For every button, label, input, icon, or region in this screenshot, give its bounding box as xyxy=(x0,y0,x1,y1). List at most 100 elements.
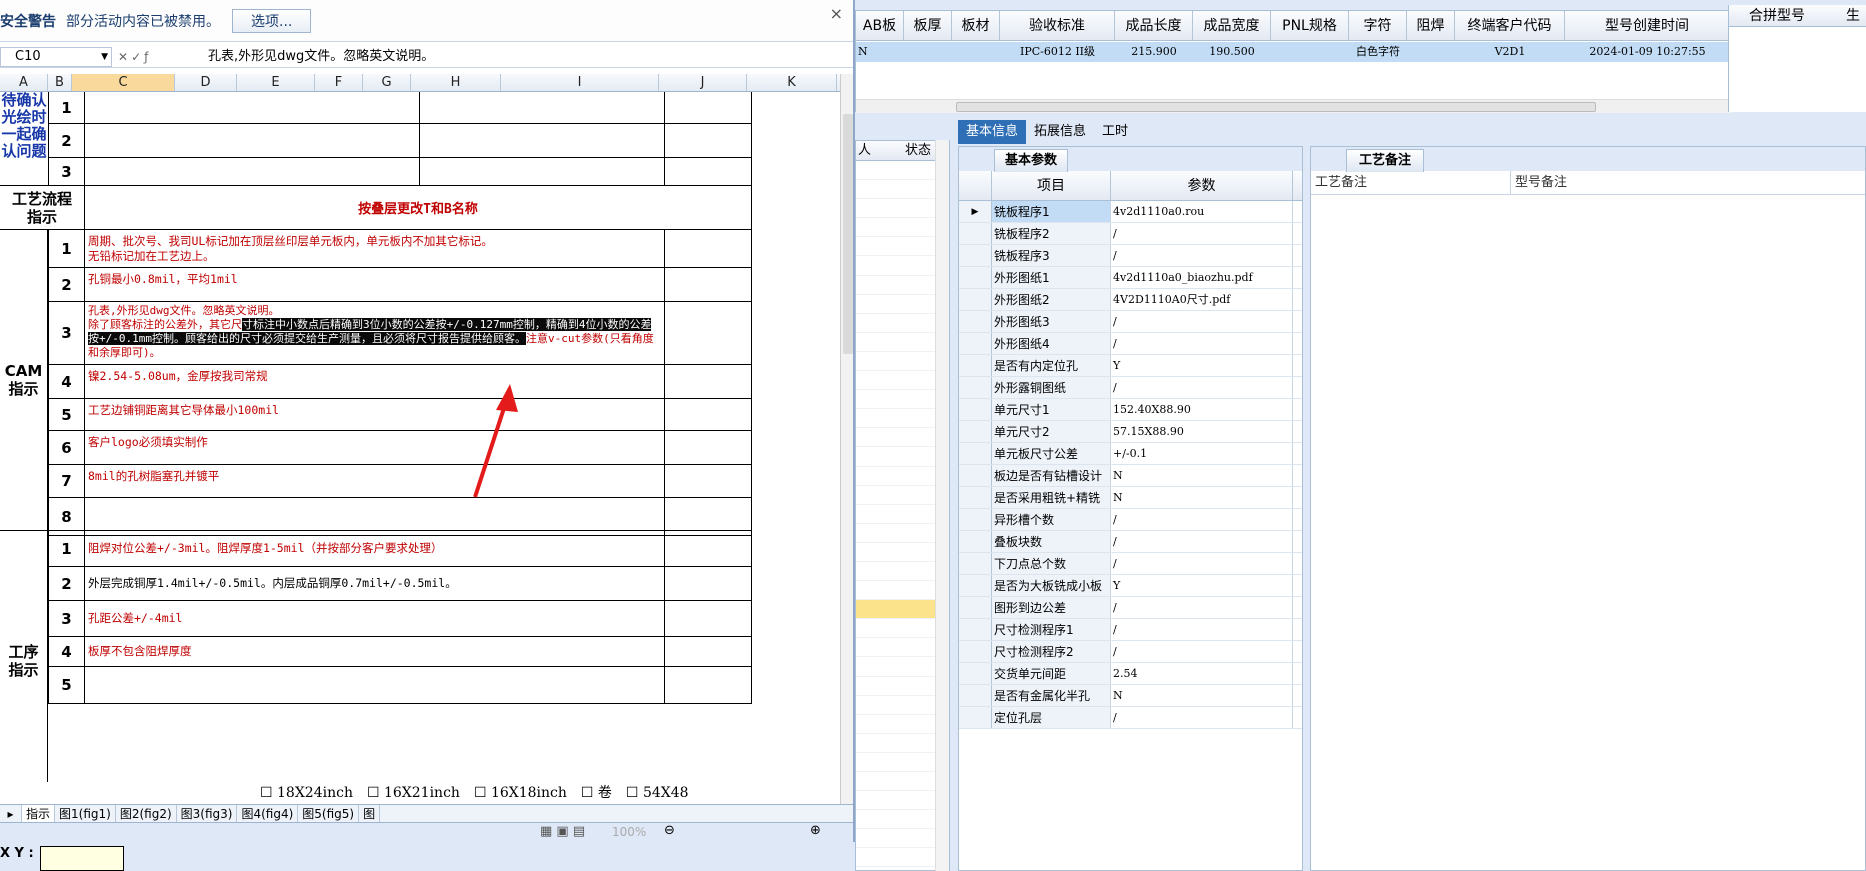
cell[interactable] xyxy=(664,430,752,465)
step-instruction-cell[interactable] xyxy=(84,666,665,704)
table-row[interactable]: 是否有金属化半孔 N xyxy=(959,685,1302,707)
col-legend[interactable]: 字符 xyxy=(1349,11,1407,40)
row-indicator[interactable] xyxy=(959,421,992,442)
checkbox-54x48[interactable]: ☐ 54X48 xyxy=(626,783,689,803)
table-row[interactable]: 铣板程序3/ xyxy=(959,245,1302,267)
table-row[interactable]: 下刀点总个数 / xyxy=(959,553,1302,575)
row-indicator[interactable] xyxy=(959,377,992,398)
table-row[interactable]: 是否有内定位孔 Y xyxy=(959,355,1302,377)
step-instruction-cell[interactable]: 板厚不包含阻焊厚度 xyxy=(84,636,665,667)
param-value[interactable]: / xyxy=(1111,333,1293,354)
param-value[interactable]: / xyxy=(1111,531,1293,552)
col-material[interactable]: 板材 xyxy=(952,11,1000,40)
cam-instruction-cell[interactable]: 孔铜最小0.8mil，平均1mil xyxy=(84,267,665,302)
param-value[interactable]: N xyxy=(1111,487,1293,508)
table-row[interactable]: 异形槽个数 / xyxy=(959,509,1302,531)
step-instruction-cell[interactable]: 阻焊对位公差+/-3mil。阻焊厚度1-5mil（并按部分客户要求处理） xyxy=(84,530,665,567)
name-box[interactable]: C10 ▼ xyxy=(0,46,112,67)
col-header-c[interactable]: C xyxy=(72,74,175,91)
table-row[interactable]: 是否为大板铣成小板 Y xyxy=(959,575,1302,597)
row-indicator[interactable] xyxy=(959,355,992,376)
row-indicator[interactable] xyxy=(959,707,992,728)
row-indicator[interactable] xyxy=(959,663,992,684)
row-indicator[interactable] xyxy=(959,267,992,288)
table-row[interactable]: 板边是否有钻槽设计 N xyxy=(959,465,1302,487)
sheet-tab[interactable]: 图1(fig1) xyxy=(55,805,116,822)
table-row[interactable]: 外形图纸3/ xyxy=(959,311,1302,333)
param-value[interactable]: 57.15X88.90 xyxy=(1111,421,1293,442)
param-value[interactable]: / xyxy=(1111,707,1293,728)
table-row[interactable]: 图形到边公差 / xyxy=(959,597,1302,619)
chevron-down-icon[interactable]: ▼ xyxy=(101,48,108,66)
formula-icons[interactable]: ✕✓ƒ xyxy=(112,50,202,64)
sheet-tab[interactable]: 图3(fig3) xyxy=(177,805,238,822)
options-button[interactable]: 选项... xyxy=(232,8,312,33)
col-length[interactable]: 成品长度 xyxy=(1115,11,1193,40)
sheet-tab[interactable]: 图4(fig4) xyxy=(237,805,299,822)
close-icon[interactable]: × xyxy=(830,4,843,23)
row-indicator[interactable] xyxy=(959,465,992,486)
vertical-scrollbar[interactable] xyxy=(840,74,853,804)
tab-extended-info[interactable]: 拓展信息 xyxy=(1026,120,1094,144)
craft-notes-title[interactable]: 工艺备注 xyxy=(1346,149,1425,172)
sheet-tab[interactable]: 指示 xyxy=(22,805,56,822)
cell[interactable] xyxy=(419,157,665,186)
cell[interactable] xyxy=(664,464,752,498)
col-created[interactable]: 型号创建时间 xyxy=(1565,11,1730,40)
col-soldermask[interactable]: 阻焊 xyxy=(1407,11,1455,40)
col-merge-extra[interactable]: 生 xyxy=(1828,5,1866,26)
cell[interactable] xyxy=(664,398,752,431)
col-ab[interactable]: AB板 xyxy=(856,11,904,40)
col-width[interactable]: 成品宽度 xyxy=(1193,11,1271,40)
row-indicator[interactable] xyxy=(959,597,992,618)
table-row[interactable]: 铣板程序2/ xyxy=(959,223,1302,245)
param-value[interactable]: 152.40X88.90 xyxy=(1111,399,1293,420)
cell[interactable] xyxy=(664,157,752,186)
col-acceptance[interactable]: 验收标准 xyxy=(1000,11,1115,40)
cell[interactable] xyxy=(664,600,752,637)
col-header-g[interactable]: G xyxy=(363,74,411,91)
process-instruction[interactable]: 按叠层更改T和B名称 xyxy=(84,185,752,230)
col-header-b[interactable]: B xyxy=(48,74,72,91)
table-row[interactable]: 尺寸检测程序1/ xyxy=(959,619,1302,641)
cell[interactable] xyxy=(664,566,752,601)
col-pnl[interactable]: PNL规格 xyxy=(1271,11,1349,40)
vertical-scrollbar[interactable] xyxy=(935,140,949,871)
param-value[interactable]: / xyxy=(1111,509,1293,530)
col-header-k[interactable]: K xyxy=(747,74,837,91)
step-instruction-cell[interactable]: 孔距公差+/-4mil xyxy=(84,600,665,637)
param-value[interactable]: Y xyxy=(1111,575,1293,596)
cell[interactable] xyxy=(664,301,752,365)
col-header-a[interactable]: A xyxy=(0,74,48,91)
checkbox-16x18[interactable]: ☐ 16X18inch xyxy=(474,783,567,803)
table-row[interactable]: 是否采用粗铣+精铣 N xyxy=(959,487,1302,509)
sheet-tab[interactable]: 图 xyxy=(359,805,381,822)
formula-input[interactable]: 孔表,外形见dwg文件。忽略英文说明。 xyxy=(202,47,853,67)
row-indicator[interactable] xyxy=(959,399,992,420)
row-indicator[interactable] xyxy=(959,443,992,464)
cell[interactable] xyxy=(664,364,752,399)
cell[interactable] xyxy=(419,123,665,158)
checkbox-16x21[interactable]: ☐ 16X21inch xyxy=(367,783,460,803)
param-value[interactable]: / xyxy=(1111,641,1293,662)
param-value[interactable]: / xyxy=(1111,553,1293,574)
row-indicator[interactable] xyxy=(959,575,992,596)
col-person[interactable]: 人 xyxy=(856,141,901,160)
worksheet-grid[interactable]: 待确认 光绘时 一起确 认问题 1 2 3 工艺流程 指示 按叠层更改T和B名称… xyxy=(0,92,845,782)
row-indicator[interactable] xyxy=(959,311,992,332)
table-row[interactable]: 单元板尺寸公差 +/-0.1 xyxy=(959,443,1302,465)
sheet-tab[interactable]: 图2(fig2) xyxy=(116,805,177,822)
col-header-d[interactable]: D xyxy=(175,74,237,91)
col-header-h[interactable]: H xyxy=(411,74,501,91)
row-indicator[interactable] xyxy=(959,223,992,244)
step-instruction-cell[interactable]: 外层完成铜厚1.4mil+/-0.5mil。内层成品铜厚0.7mil+/-0.5… xyxy=(84,566,665,601)
sheet-tab[interactable]: 图5(fig5) xyxy=(298,805,360,822)
check-icon[interactable]: ✓ xyxy=(131,50,144,64)
table-row[interactable]: ▶ 铣板程序1 4v2d1110a0.rou xyxy=(959,201,1302,223)
cell[interactable] xyxy=(419,92,665,124)
tab-basic-info[interactable]: 基本信息 xyxy=(958,120,1027,144)
row-indicator[interactable] xyxy=(959,245,992,266)
table-row[interactable]: 外形图纸1 4v2d1110a0_biaozhu.pdf xyxy=(959,267,1302,289)
cell[interactable] xyxy=(664,123,752,158)
coord-input[interactable] xyxy=(40,846,124,871)
